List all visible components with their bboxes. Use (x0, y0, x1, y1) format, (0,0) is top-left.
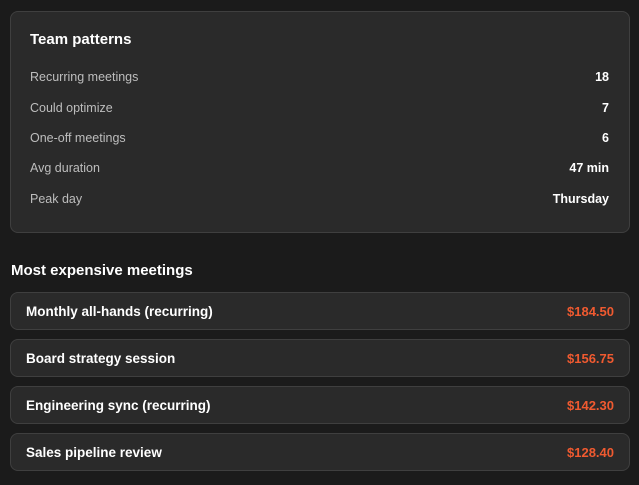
stat-row-avg-duration: Avg duration 47 min (30, 158, 609, 178)
stat-label: Could optimize (30, 101, 113, 115)
meeting-cost: $184.50 (567, 303, 614, 319)
meeting-cost: $142.30 (567, 397, 614, 413)
team-patterns-card: Team patterns Recurring meetings 18 Coul… (10, 11, 630, 233)
meeting-name: Board strategy session (26, 350, 176, 366)
meeting-name: Engineering sync (recurring) (26, 397, 211, 413)
meeting-row-board-strategy[interactable]: Board strategy session $156.75 (10, 339, 630, 377)
meeting-cost: $156.75 (567, 350, 614, 366)
stat-value: 18 (595, 70, 609, 84)
meeting-row-monthly-all-hands[interactable]: Monthly all-hands (recurring) $184.50 (10, 292, 630, 330)
stat-label: Peak day (30, 192, 83, 206)
stat-value: 6 (602, 131, 609, 145)
stat-value: 7 (602, 101, 609, 115)
team-patterns-title: Team patterns (30, 31, 132, 48)
most-expensive-meetings-heading: Most expensive meetings (11, 262, 193, 279)
meeting-row-sales-pipeline[interactable]: Sales pipeline review $128.40 (10, 433, 630, 471)
stat-row-one-off-meetings: One-off meetings 6 (30, 128, 609, 148)
stat-row-could-optimize: Could optimize 7 (30, 98, 609, 118)
stat-value: Thursday (552, 192, 609, 206)
stat-row-recurring-meetings: Recurring meetings 18 (30, 67, 609, 87)
meeting-row-engineering-sync[interactable]: Engineering sync (recurring) $142.30 (10, 386, 630, 424)
meeting-cost: $128.40 (567, 444, 614, 460)
stat-label: One-off meetings (30, 131, 126, 145)
stat-row-peak-day: Peak day Thursday (30, 189, 609, 209)
stat-value: 47 min (569, 161, 609, 175)
stat-label: Recurring meetings (30, 70, 139, 84)
page: Team patterns Recurring meetings 18 Coul… (0, 0, 639, 485)
meeting-name: Sales pipeline review (26, 444, 162, 460)
stat-label: Avg duration (30, 161, 100, 175)
meeting-name: Monthly all-hands (recurring) (26, 303, 213, 319)
